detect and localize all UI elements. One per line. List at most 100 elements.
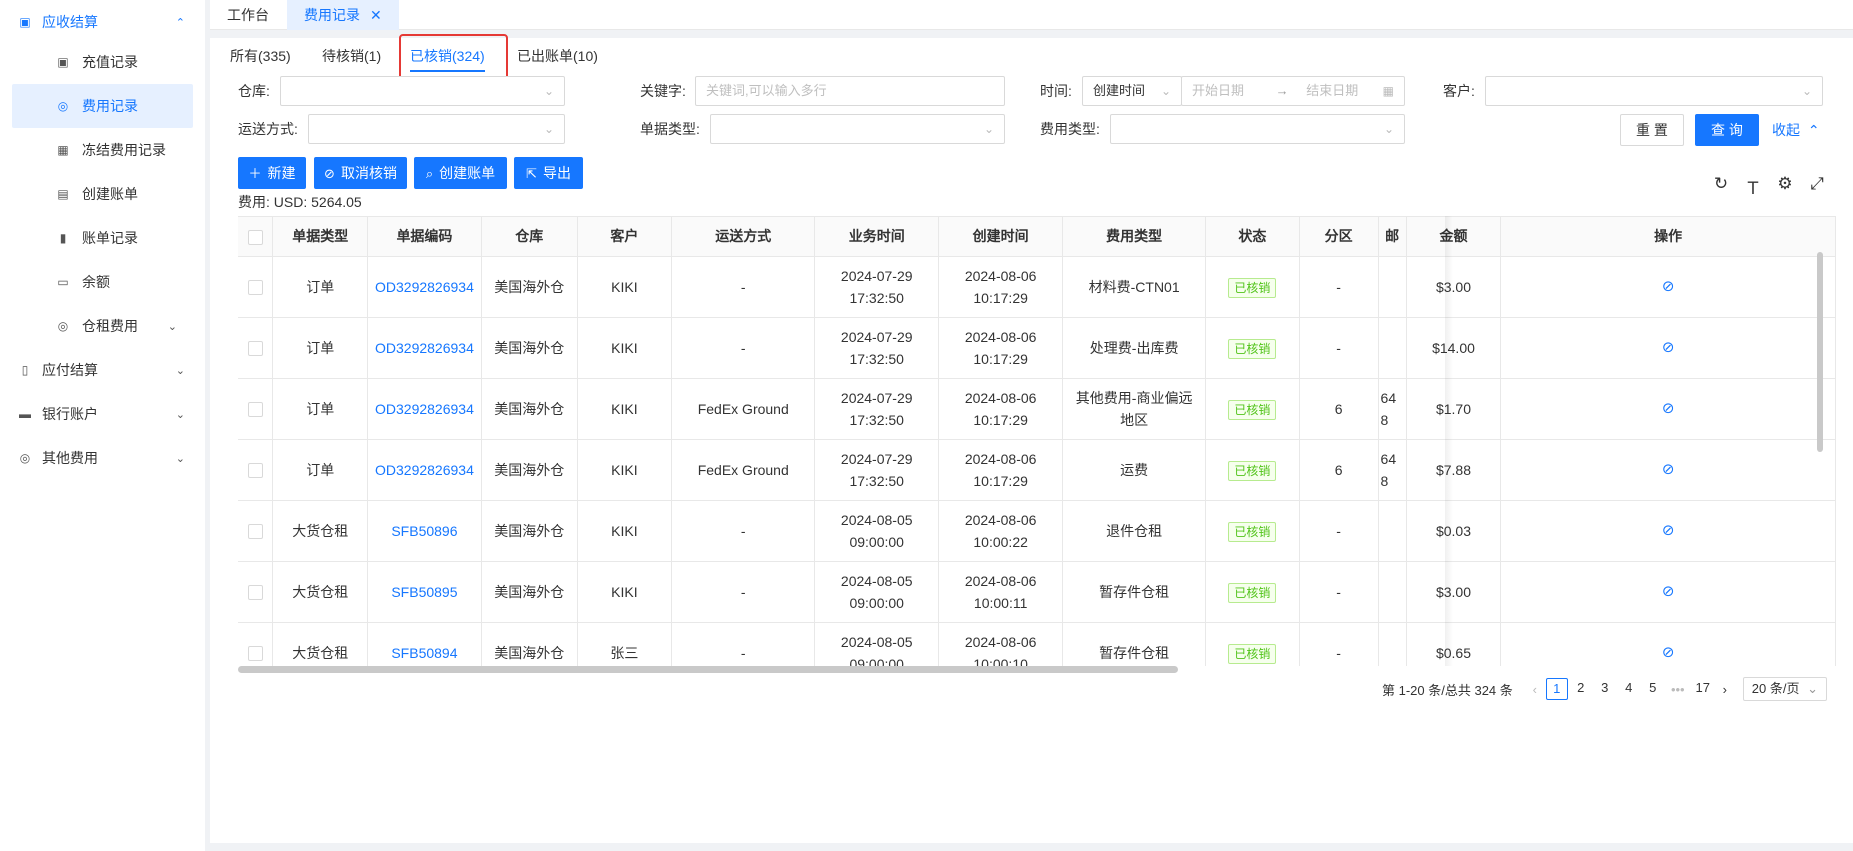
row-select-cell[interactable]: [238, 378, 274, 440]
cell-zone: -: [1299, 500, 1379, 562]
sidebar-group-other-fees[interactable]: ◎ 其他费用 ⌄: [0, 436, 205, 480]
row-select-cell[interactable]: [238, 317, 274, 379]
customer-select[interactable]: ⌄: [1485, 76, 1823, 106]
sidebar-item-balance[interactable]: ▭ 余额: [12, 260, 193, 304]
col-biz-time: 业务时间: [814, 217, 940, 257]
row-select-cell[interactable]: [238, 439, 274, 501]
row-select-cell[interactable]: [238, 561, 274, 623]
cell-status: 已核销: [1205, 500, 1300, 562]
col-shipping: 运送方式: [671, 217, 816, 257]
page-4[interactable]: 4: [1618, 678, 1640, 700]
settings-icon[interactable]: ⚙: [1769, 174, 1801, 199]
cancel-verify-icon[interactable]: ⊘: [1662, 461, 1675, 478]
sidebar-item-fee-records[interactable]: ◎ 费用记录: [12, 84, 193, 128]
sidebar-group-bank-accounts[interactable]: ▬ 银行账户 ⌄: [0, 392, 205, 436]
shipping-select[interactable]: ⌄: [308, 114, 565, 144]
keyword-textarea[interactable]: 关键词,可以输入多行: [695, 76, 1005, 106]
subtab-billed[interactable]: 已出账单(10): [517, 44, 598, 74]
checkbox[interactable]: [247, 585, 263, 601]
tab-workbench[interactable]: 工作台: [210, 0, 286, 30]
new-button[interactable]: ＋ 新建: [238, 157, 306, 189]
density-icon[interactable]: Ｔ: [1737, 174, 1769, 199]
doc-code-link[interactable]: OD3292826934: [375, 279, 474, 295]
vertical-scrollbar[interactable]: [1817, 252, 1823, 452]
next-page-button[interactable]: ›: [1715, 682, 1735, 697]
cancel-verify-icon[interactable]: ⊘: [1662, 400, 1675, 417]
collapse-filters-link[interactable]: 收起 ⌃: [1772, 120, 1820, 140]
row-select-cell[interactable]: [238, 256, 274, 318]
select-all-checkbox[interactable]: [238, 217, 274, 257]
sidebar-group-payables[interactable]: ▯ 应付结算 ⌄: [0, 348, 205, 392]
pagination-ellipsis[interactable]: •••: [1665, 682, 1691, 697]
page-1[interactable]: 1: [1545, 678, 1568, 700]
date-range-arrow: →: [1275, 83, 1289, 98]
export-button[interactable]: ⇱ 导出: [514, 157, 583, 189]
doc-code-link[interactable]: OD3292826934: [375, 462, 474, 478]
sidebar-group-receivables[interactable]: ▣ 应收结算 ⌃: [0, 0, 205, 44]
status-badge: 已核销: [1228, 277, 1277, 298]
checkbox[interactable]: [247, 402, 263, 418]
checkbox[interactable]: [247, 280, 263, 296]
fee-type-select[interactable]: ⌄: [1110, 114, 1405, 144]
close-icon[interactable]: ✕: [370, 7, 382, 23]
checkbox[interactable]: [247, 463, 263, 479]
create-bill-button[interactable]: ⌕ 创建账单: [414, 157, 507, 189]
cell-zip: [1378, 256, 1407, 318]
prev-page-button[interactable]: ‹: [1525, 682, 1545, 697]
status-badge: 已核销: [1228, 643, 1277, 664]
sidebar-item-bill-records[interactable]: ▮ 账单记录: [12, 216, 193, 260]
cell-customer: KIKI: [577, 500, 673, 562]
cancel-verify-icon[interactable]: ⊘: [1662, 583, 1675, 600]
doc-code-link[interactable]: SFB50895: [391, 584, 457, 600]
time-type-select[interactable]: 创建时间 ⌄: [1082, 76, 1182, 106]
page-3[interactable]: 3: [1594, 678, 1616, 700]
cell-fee-type: 退件仓租: [1062, 500, 1207, 562]
cancel-verify-icon[interactable]: ⊘: [1662, 339, 1675, 356]
horizontal-scrollbar[interactable]: [238, 666, 1178, 673]
reset-button[interactable]: 重 置: [1620, 114, 1684, 146]
checkbox[interactable]: [247, 341, 263, 357]
checkbox[interactable]: [247, 229, 263, 245]
subtab-pending[interactable]: 待核销(1): [322, 44, 381, 74]
sidebar-item-create-bill[interactable]: ▤ 创建账单: [12, 172, 193, 216]
subtab-all[interactable]: 所有(335): [230, 44, 291, 74]
biz-time: 09:00:00: [849, 594, 904, 611]
cancel-verify-button[interactable]: ⊘ 取消核销: [314, 157, 407, 189]
table-row: 大货仓租 SFB50895 美国海外仓 KIKI -2024-08-05 09:00:00…: [238, 561, 1836, 623]
query-button[interactable]: 查 询: [1695, 114, 1759, 146]
doc-code-link[interactable]: SFB50896: [391, 523, 457, 539]
page-size-select[interactable]: 20 条/页 ⌄: [1742, 677, 1827, 701]
date-range-picker[interactable]: 开始日期 → 结束日期 ▦: [1181, 76, 1405, 106]
cell-fee-type: 其他费用-商业偏远地区: [1062, 378, 1207, 440]
tab-fee-records[interactable]: 费用记录 ✕: [287, 0, 399, 30]
biz-time: 09:00:00: [849, 655, 904, 667]
doc-code-link[interactable]: OD3292826934: [375, 340, 474, 356]
cell-zip: [1378, 500, 1407, 562]
sidebar-item-frozen-fees[interactable]: ▦ 冻结费用记录: [12, 128, 193, 172]
fullscreen-icon[interactable]: ⤢: [1801, 174, 1833, 199]
start-date-placeholder: 开始日期: [1192, 83, 1245, 98]
row-select-cell[interactable]: [238, 622, 274, 666]
row-select-cell[interactable]: [238, 500, 274, 562]
refresh-icon[interactable]: ↻: [1705, 174, 1737, 199]
chevron-down-icon: ⌄: [1383, 122, 1394, 136]
warehouse-select[interactable]: ⌄: [280, 76, 565, 106]
doc-code-link[interactable]: OD3292826934: [375, 401, 474, 417]
doc-type-select[interactable]: ⌄: [710, 114, 1005, 144]
page-last[interactable]: 17: [1692, 678, 1714, 700]
sidebar-item-recharge[interactable]: ▣ 充值记录: [12, 40, 193, 84]
sidebar-item-storage-fees[interactable]: ◎ 仓租费用 ⌄: [12, 304, 193, 348]
cancel-verify-icon[interactable]: ⊘: [1662, 278, 1675, 295]
doc-code-link[interactable]: SFB50894: [391, 645, 457, 661]
page-2[interactable]: 2: [1570, 678, 1592, 700]
subtab-verified[interactable]: 已核销(324): [410, 44, 485, 74]
cell-shipping: FedEx Ground: [671, 378, 816, 440]
cell-warehouse: 美国海外仓: [481, 378, 578, 440]
create-date: 2024-08-06: [964, 389, 1037, 406]
cancel-verify-icon[interactable]: ⊘: [1662, 522, 1675, 539]
checkbox[interactable]: [247, 524, 263, 540]
checkbox[interactable]: [247, 646, 263, 662]
cancel-verify-icon[interactable]: ⊘: [1662, 644, 1675, 661]
chevron-up-icon: ⌃: [175, 16, 185, 29]
page-5[interactable]: 5: [1642, 678, 1664, 700]
